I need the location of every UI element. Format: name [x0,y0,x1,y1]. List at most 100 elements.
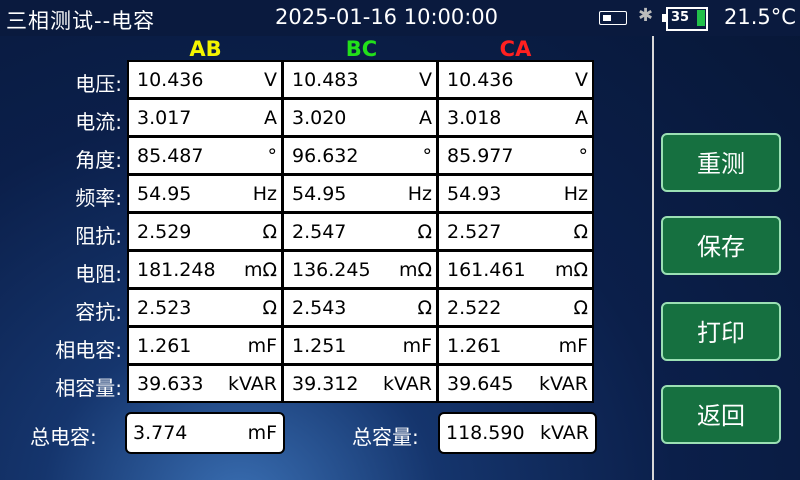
cell-unit: ° [578,145,589,167]
bluetooth-icon: ✱ [638,5,654,26]
cell-value: 2.527 [447,221,502,243]
cell-value: 54.95 [137,183,192,205]
cell-value: 161.461 [447,259,526,281]
cell-value: 1.261 [137,335,192,357]
cell-value: 1.261 [447,335,502,357]
cell-unit: A [419,107,432,129]
table-cell: 136.245 mΩ [284,252,436,287]
table-cell: 2.543 Ω [284,290,436,325]
table-cell: 3.018 A [439,100,592,135]
table-cell: 1.261 mF [439,328,592,363]
cell-value: 54.93 [447,183,502,205]
cell-value: 2.543 [292,297,347,319]
cell-unit: Hz [252,183,277,205]
row-label: 阻抗: [75,224,122,248]
table-cell: 181.248 mΩ [129,252,281,287]
row-label: 角度: [75,148,122,172]
total-capacitance-field: 3.774 mF [125,412,285,454]
table-cell: 2.547 Ω [284,214,436,249]
temperature: 21.5°C [724,5,796,29]
cell-unit: kVAR [383,373,432,395]
table-cell: 85.977 ° [439,138,592,173]
title-bar: 三相测试--电容 2025-01-16 10:00:00 ✱ 35 21.5°C [0,0,800,36]
cell-unit: V [419,69,432,91]
table-cell: 54.95 Hz [129,176,281,211]
table-cell: 2.529 Ω [129,214,281,249]
table-cell: 85.487 ° [129,138,281,173]
column-header-ab: AB [189,37,222,61]
cell-unit: A [575,107,588,129]
cell-unit: A [264,107,277,129]
cell-value: 85.487 [137,145,204,167]
cell-value: 96.632 [292,145,359,167]
cell-value: 39.633 [137,373,204,395]
cell-value: 3.018 [447,107,502,129]
cell-unit: kVAR [228,373,277,395]
cell-unit: V [264,69,277,91]
cell-unit: Ω [573,297,588,319]
cell-unit: Ω [262,221,277,243]
table-cell: 161.461 mΩ [439,252,592,287]
cell-unit: mF [558,335,588,357]
table-cell: 39.645 kVAR [439,366,592,401]
page-title: 三相测试--电容 [6,9,156,33]
cell-value: 10.436 [447,69,514,91]
total-capacity-unit: kVAR [540,422,589,444]
row-label: 电阻: [75,262,122,286]
cell-unit: mΩ [243,259,277,281]
print-button[interactable]: 打印 [661,302,781,361]
table-cell: 1.261 mF [129,328,281,363]
cell-unit: ° [267,145,278,167]
table-cell: 2.522 Ω [439,290,592,325]
row-label: 频率: [75,186,122,210]
row-label: 电压: [75,72,122,96]
cell-value: 10.436 [137,69,204,91]
table-cell: 39.312 kVAR [284,366,436,401]
total-capacity-label: 总容量: [352,425,419,449]
measurement-table: 10.436 V 10.483 V 10.436 V 3.017 A 3.020 A 3.018 A 8… [127,60,594,403]
cell-value: 3.017 [137,107,192,129]
table-cell: 54.95 Hz [284,176,436,211]
table-cell: 54.93 Hz [439,176,592,211]
row-label: 容抗: [75,300,122,324]
row-label: 电流: [75,110,122,134]
cell-value: 54.95 [292,183,347,205]
cell-unit: Ω [417,221,432,243]
table-cell: 3.017 A [129,100,281,135]
total-capacity-field: 118.590 kVAR [438,412,597,454]
cell-unit: kVAR [539,373,588,395]
cell-value: 85.977 [447,145,514,167]
cell-value: 2.522 [447,297,502,319]
table-cell: 96.632 ° [284,138,436,173]
column-header-bc: BC [345,37,378,61]
cell-unit: Hz [407,183,432,205]
table-cell: 3.020 A [284,100,436,135]
cell-value: 10.483 [292,69,359,91]
table-cell: 10.436 V [439,62,592,97]
table-cell: 10.436 V [129,62,281,97]
cell-value: 39.645 [447,373,514,395]
table-cell: 39.633 kVAR [129,366,281,401]
battery-level: 35 [671,10,690,25]
cell-value: 2.547 [292,221,347,243]
cell-value: 181.248 [137,259,216,281]
table-cell: 10.483 V [284,62,436,97]
save-button[interactable]: 保存 [661,216,781,275]
back-button[interactable]: 返回 [661,385,781,444]
cell-unit: Hz [563,183,588,205]
cell-value: 39.312 [292,373,359,395]
cell-unit: mΩ [398,259,432,281]
total-capacitance-value: 3.774 [133,422,188,444]
total-capacitance-label: 总电容: [30,425,97,449]
table-cell: 1.251 mF [284,328,436,363]
remeasure-button[interactable]: 重测 [661,133,781,192]
column-header-ca: CA [499,37,532,61]
table-cell: 2.523 Ω [129,290,281,325]
cell-value: 2.523 [137,297,192,319]
cell-value: 2.529 [137,221,192,243]
row-label: 相容量: [55,376,122,400]
cell-value: 1.251 [292,335,347,357]
row-label: 相电容: [55,338,122,362]
cell-unit: Ω [417,297,432,319]
usb-icon [599,11,627,25]
